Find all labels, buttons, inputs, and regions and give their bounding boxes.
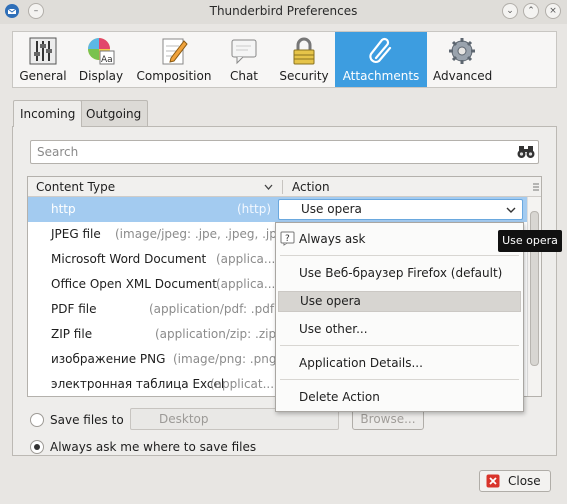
save-files-to-label[interactable]: Save files to [50,413,124,427]
svg-text:Aa: Aa [101,55,113,65]
menu-separator [280,345,519,346]
sliders-icon [29,37,57,65]
tooltip: Use opera [498,230,562,252]
tab-label: Display [78,69,124,83]
mime-type-cell: (http) [237,202,271,216]
menu-item-use-firefox[interactable]: Use Веб-браузер Firefox (default) [276,263,523,284]
tab-chat[interactable]: Chat [219,32,269,87]
close-window-button[interactable]: × [545,3,561,19]
minimize-button[interactable]: ⌄ [502,3,518,19]
content-type-cell: http [51,202,76,216]
browse-button[interactable]: Browse... [352,409,424,430]
content-type-cell: Office Open XML Document [51,277,217,291]
tab-display[interactable]: Aa Display [73,32,129,87]
menu-separator [280,255,519,256]
action-select-value: Use opera [301,202,362,216]
menu-separator [280,379,519,380]
column-header-action[interactable]: Action [292,180,330,194]
always-ask-radio[interactable] [30,440,44,454]
padlock-icon [293,37,315,65]
column-divider [282,180,283,194]
tab-label: Composition [136,69,212,83]
menu-item-label: Application Details... [299,356,423,370]
action-dropdown-menu: ? Always ask Use Веб-браузер Firefox (de… [275,222,524,412]
tab-label: Attachments [342,69,420,83]
paperclip-icon [369,37,392,64]
title-bar: – Thunderbird Preferences ⌄ ⌃ × [0,0,567,24]
menu-item-label: Use opera [300,294,361,308]
tab-label: Advanced [433,69,493,83]
chevron-down-icon[interactable] [264,183,273,192]
tab-incoming[interactable]: Incoming [13,100,83,127]
close-button[interactable]: Close [479,470,551,492]
mime-type-cell: (application/pdf: .pdf) [149,302,279,316]
menu-item-delete-action[interactable]: Delete Action [276,387,523,408]
table-scrollbar[interactable] [527,197,541,396]
mime-type-cell: (application/zip: .zip) [155,327,281,341]
menu-item-always-ask[interactable]: ? Always ask [276,229,523,250]
content-type-cell: электронная таблица Excel [51,377,225,391]
tab-label: Security [279,69,329,83]
menu-item-application-details[interactable]: Application Details... [276,353,523,374]
palette-icon: Aa [88,38,115,65]
menu-item-use-other[interactable]: Use other... [276,319,523,340]
gear-icon [449,38,475,64]
tab-label: General [19,69,67,83]
tab-attachments[interactable]: Attachments [335,32,427,87]
column-header-content-type[interactable]: Content Type [36,180,115,194]
pencil-paper-icon [162,38,188,65]
content-type-cell: ZIP file [51,327,93,341]
chevron-down-icon [506,207,516,213]
category-toolbar: General Aa Display Composition Chat Secu… [12,31,557,88]
content-type-cell: JPEG file [51,227,101,241]
save-files-to-radio[interactable] [30,413,44,427]
table-header: Content Type Action [28,177,541,197]
tab-composition[interactable]: Composition [131,32,217,87]
tab-general[interactable]: General [13,32,73,87]
content-type-cell: изображение PNG [51,352,166,366]
always-ask-label[interactable]: Always ask me where to save files [50,440,256,454]
mime-type-cell: (image/jpeg: .jpe, .jpeg, .jpg) [115,227,290,241]
menu-item-label: Use other... [299,322,368,336]
mime-type-cell: (image/png: .png) [173,352,282,366]
mime-type-cell: (applicat... [210,377,275,391]
column-picker-icon[interactable] [532,182,540,192]
menu-item-label: Delete Action [299,390,380,404]
window-title: Thunderbird Preferences [209,4,358,18]
svg-text:?: ? [285,234,290,244]
action-select[interactable]: Use opera [278,199,523,220]
maximize-button[interactable]: ⌃ [523,3,539,19]
binoculars-icon[interactable] [517,144,535,160]
content-type-cell: PDF file [51,302,97,316]
tab-advanced[interactable]: Advanced [433,32,493,87]
menu-item-use-opera[interactable]: Use opera [278,291,521,312]
chat-bubble-icon [231,39,257,65]
menu-item-label: Always ask [299,232,366,246]
content-type-cell: Microsoft Word Document [51,252,207,266]
menu-item-label: Use Веб-браузер Firefox (default) [299,266,503,280]
mime-type-cell: (applica... [216,252,276,266]
tab-outgoing[interactable]: Outgoing [79,100,149,126]
question-icon: ? [280,231,295,246]
mime-type-cell: (applica... [216,277,276,291]
tab-security[interactable]: Security [275,32,333,87]
tab-label: Chat [229,69,259,83]
search-input[interactable] [35,143,505,161]
close-button-label: Close [508,474,541,488]
close-icon [486,474,500,488]
preferences-window: – Thunderbird Preferences ⌄ ⌃ × General … [0,0,567,504]
search-box [30,140,539,164]
